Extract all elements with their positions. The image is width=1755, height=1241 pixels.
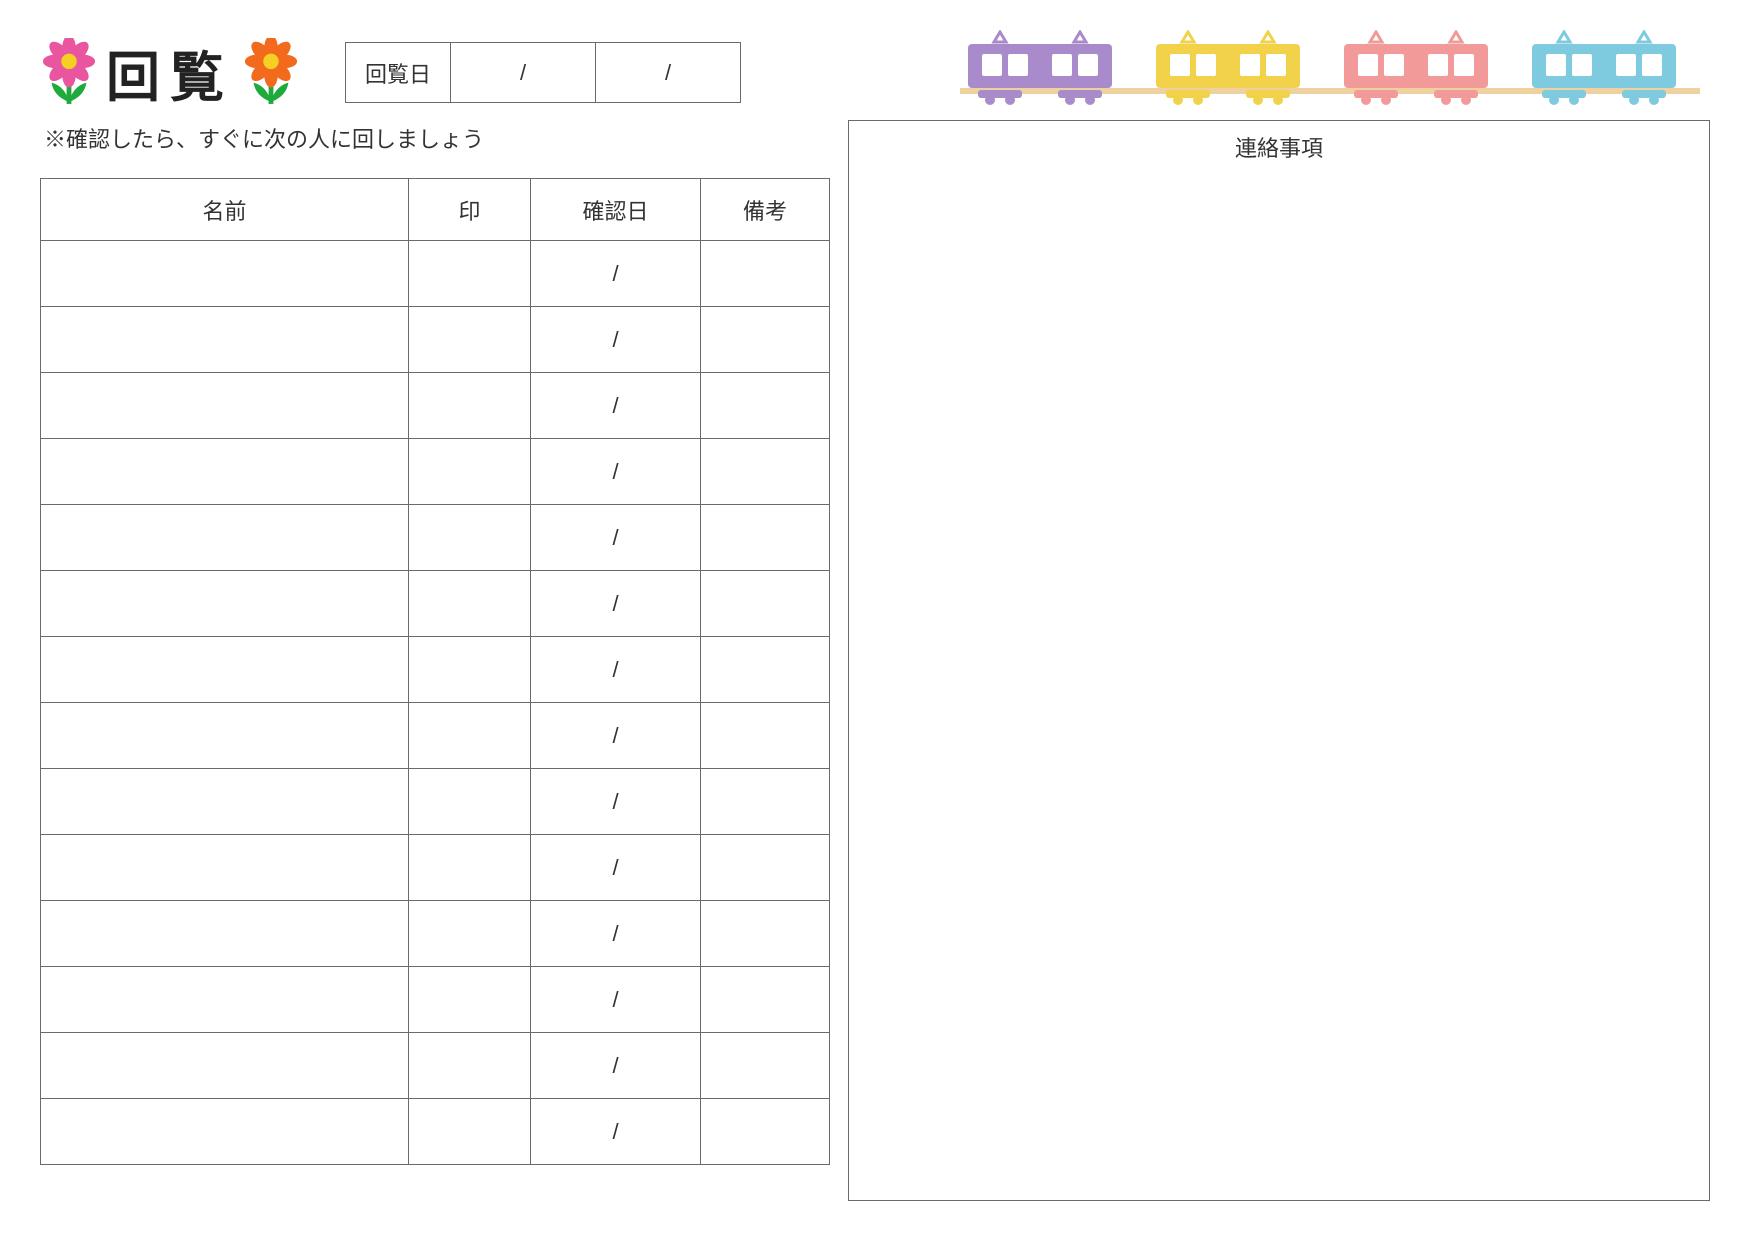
stamp-cell[interactable] [409, 307, 531, 373]
table-row: / [41, 571, 830, 637]
remark-cell[interactable] [701, 901, 830, 967]
name-cell[interactable] [41, 1033, 409, 1099]
date-label: 回覧日 [346, 43, 451, 103]
signoff-table: 名前 印 確認日 備考 ////////////// [40, 178, 830, 1165]
stamp-cell[interactable] [409, 769, 531, 835]
date-cell[interactable]: / [531, 637, 701, 703]
remark-cell[interactable] [701, 241, 830, 307]
date-cell[interactable]: / [531, 1033, 701, 1099]
remark-cell[interactable] [701, 835, 830, 901]
date-cell[interactable]: / [531, 769, 701, 835]
table-row: / [41, 769, 830, 835]
train-row-icon [960, 30, 1700, 105]
table-row: / [41, 967, 830, 1033]
remark-cell[interactable] [701, 307, 830, 373]
table-row: / [41, 901, 830, 967]
col-name: 名前 [41, 179, 409, 241]
name-cell[interactable] [41, 769, 409, 835]
date-cell[interactable]: / [531, 901, 701, 967]
stamp-cell[interactable] [409, 1033, 531, 1099]
remark-cell[interactable] [701, 439, 830, 505]
remark-cell[interactable] [701, 505, 830, 571]
date-cell[interactable]: / [531, 1099, 701, 1165]
table-row: / [41, 439, 830, 505]
table-row: / [41, 1099, 830, 1165]
stamp-cell[interactable] [409, 241, 531, 307]
table-row: / [41, 505, 830, 571]
date-cell[interactable]: / [531, 835, 701, 901]
table-row: / [41, 307, 830, 373]
date-cell-2[interactable]: / [596, 43, 741, 103]
name-cell[interactable] [41, 571, 409, 637]
date-cell[interactable]: / [531, 373, 701, 439]
remark-cell[interactable] [701, 769, 830, 835]
title-block: 回覧 [40, 33, 300, 112]
memo-title: 連絡事項 [849, 121, 1709, 163]
train-car-1-icon [960, 30, 1120, 105]
stamp-cell[interactable] [409, 901, 531, 967]
date-cell[interactable]: / [531, 571, 701, 637]
stamp-cell[interactable] [409, 571, 531, 637]
table-row: / [41, 1033, 830, 1099]
stamp-cell[interactable] [409, 703, 531, 769]
remark-cell[interactable] [701, 1099, 830, 1165]
date-cell[interactable]: / [531, 703, 701, 769]
stamp-cell[interactable] [409, 505, 531, 571]
name-cell[interactable] [41, 1099, 409, 1165]
table-row: / [41, 373, 830, 439]
name-cell[interactable] [41, 901, 409, 967]
name-cell[interactable] [41, 505, 409, 571]
page-title: 回覧 [106, 33, 234, 112]
table-row: / [41, 637, 830, 703]
stamp-cell[interactable] [409, 637, 531, 703]
name-cell[interactable] [41, 439, 409, 505]
remark-cell[interactable] [701, 1033, 830, 1099]
circulation-date-box: 回覧日 / / [345, 42, 741, 103]
date-cell[interactable]: / [531, 967, 701, 1033]
name-cell[interactable] [41, 637, 409, 703]
name-cell[interactable] [41, 835, 409, 901]
date-cell[interactable]: / [531, 241, 701, 307]
stamp-cell[interactable] [409, 967, 531, 1033]
col-stamp: 印 [409, 179, 531, 241]
memo-panel[interactable]: 連絡事項 [848, 120, 1710, 1201]
date-cell[interactable]: / [531, 439, 701, 505]
flower-left-icon [40, 38, 98, 108]
remark-cell[interactable] [701, 571, 830, 637]
stamp-cell[interactable] [409, 439, 531, 505]
table-row: / [41, 241, 830, 307]
train-car-3-icon [1336, 30, 1496, 105]
stamp-cell[interactable] [409, 835, 531, 901]
date-cell[interactable]: / [531, 307, 701, 373]
train-car-2-icon [1148, 30, 1308, 105]
remark-cell[interactable] [701, 967, 830, 1033]
date-cell-1[interactable]: / [451, 43, 596, 103]
name-cell[interactable] [41, 373, 409, 439]
date-cell[interactable]: / [531, 505, 701, 571]
col-date: 確認日 [531, 179, 701, 241]
remark-cell[interactable] [701, 637, 830, 703]
name-cell[interactable] [41, 241, 409, 307]
remark-cell[interactable] [701, 373, 830, 439]
table-row: / [41, 703, 830, 769]
train-car-4-icon [1524, 30, 1684, 105]
stamp-cell[interactable] [409, 373, 531, 439]
flower-right-icon [242, 38, 300, 108]
col-remark: 備考 [701, 179, 830, 241]
name-cell[interactable] [41, 967, 409, 1033]
name-cell[interactable] [41, 703, 409, 769]
remark-cell[interactable] [701, 703, 830, 769]
name-cell[interactable] [41, 307, 409, 373]
table-row: / [41, 835, 830, 901]
stamp-cell[interactable] [409, 1099, 531, 1165]
